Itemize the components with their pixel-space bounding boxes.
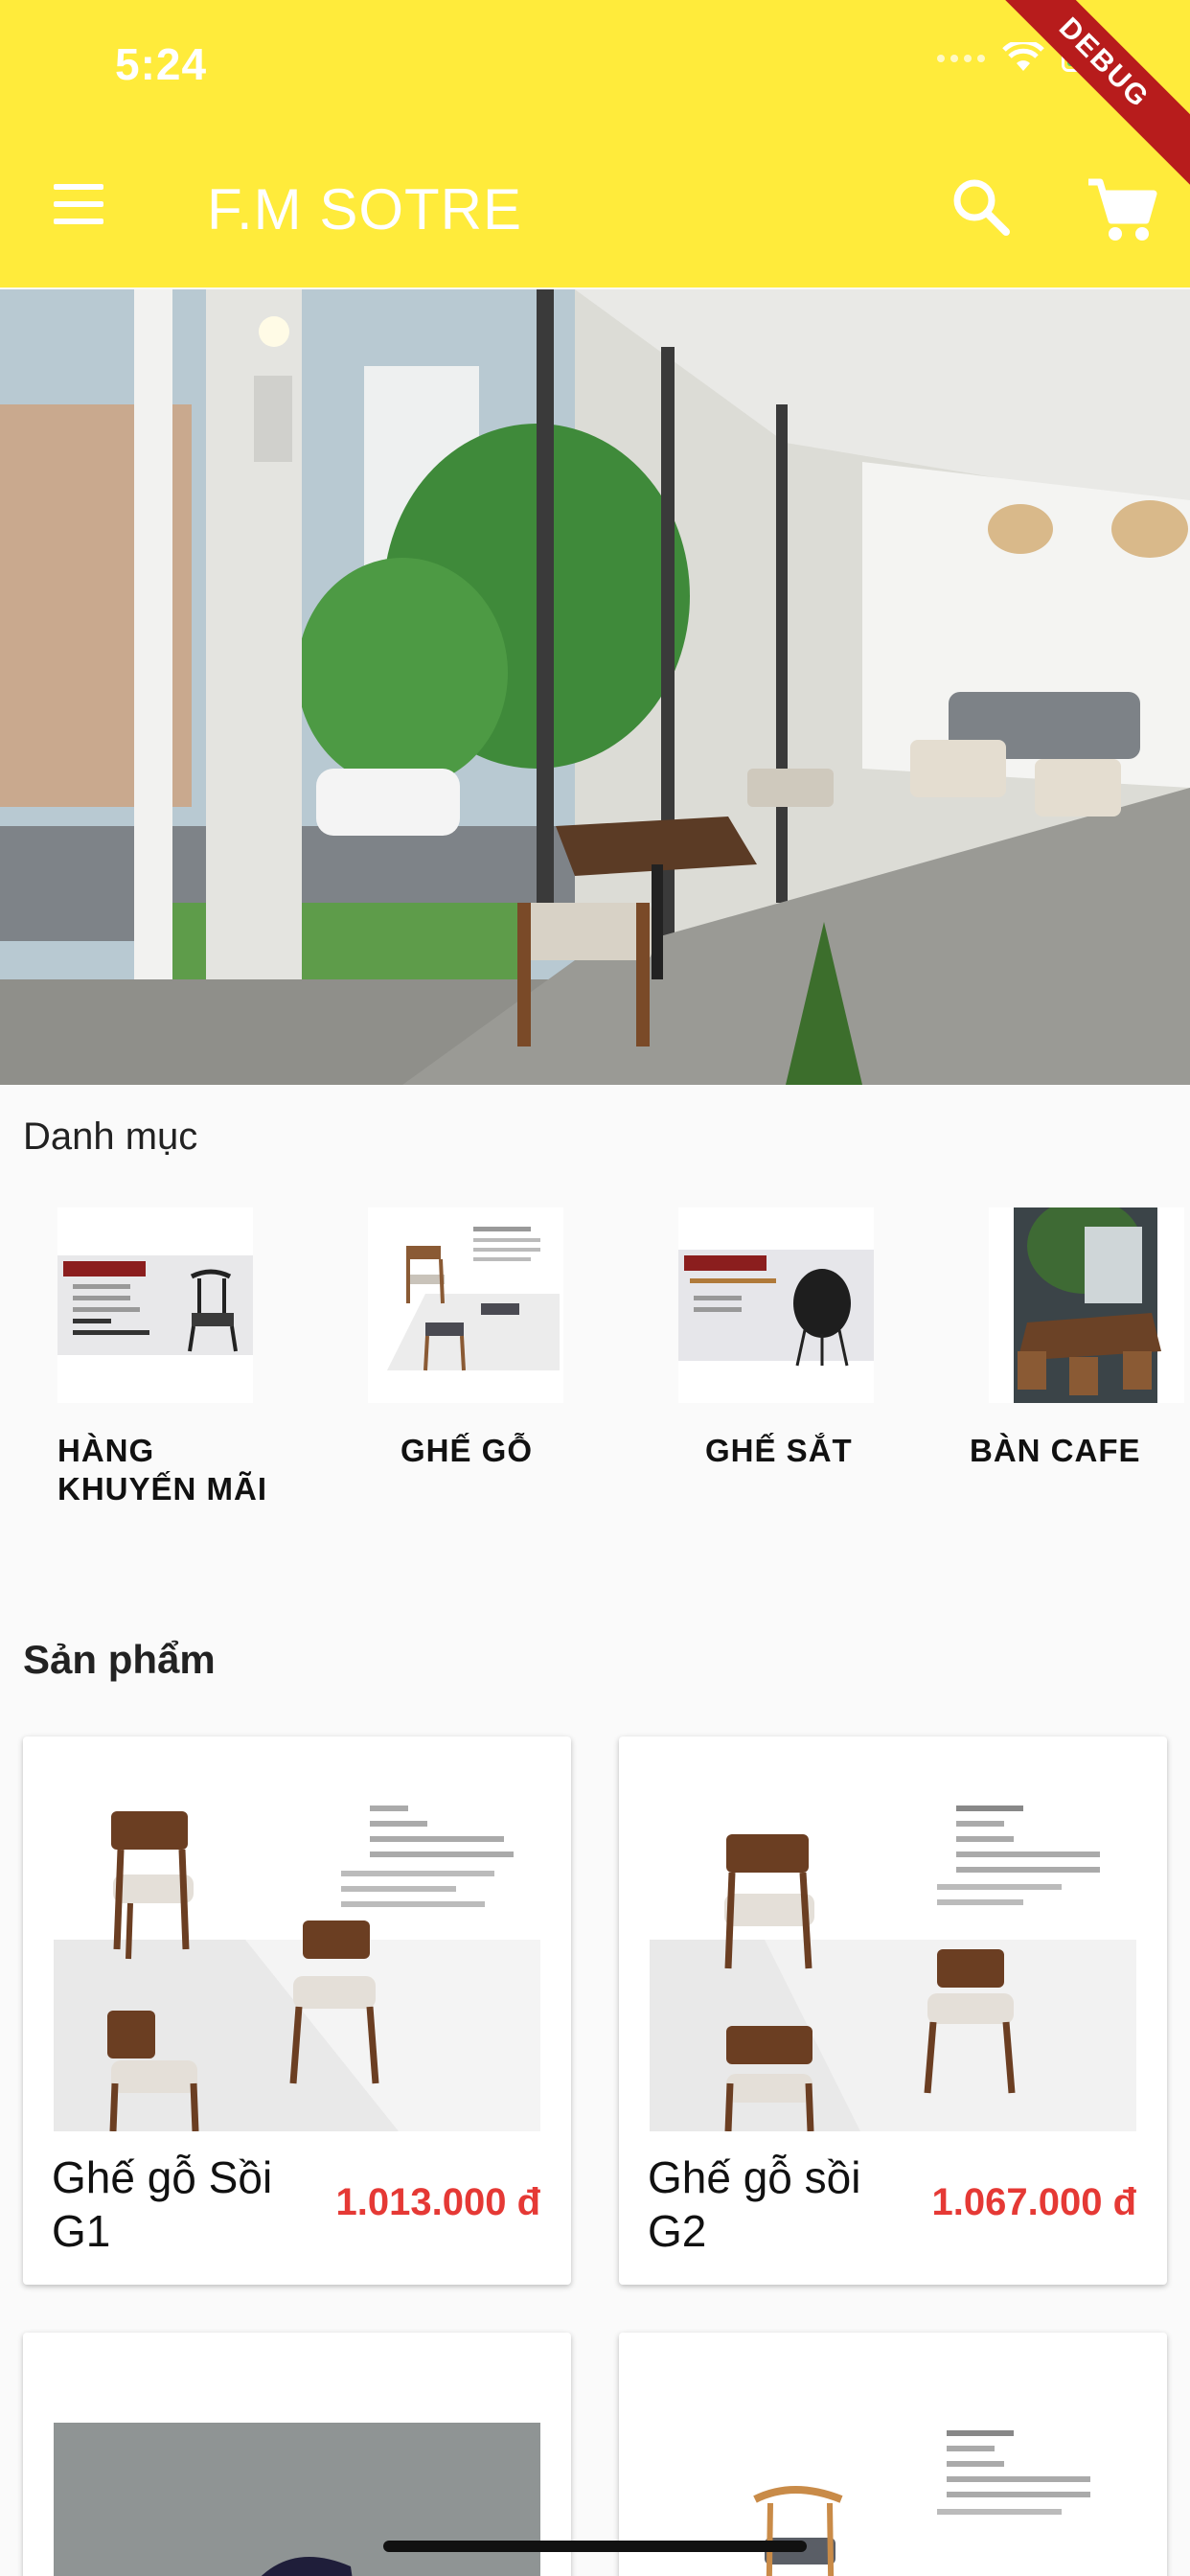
category-label: BÀN CAFE bbox=[970, 1433, 1141, 1468]
product-image bbox=[54, 2423, 540, 2576]
products-section-title: Sản phẩm bbox=[23, 1637, 216, 1682]
cell-signal-icon bbox=[937, 55, 985, 62]
cart-icon[interactable] bbox=[1083, 171, 1159, 247]
product-card[interactable]: Ghế gỗ Sồi G1 1.013.000 đ bbox=[23, 1736, 571, 2285]
category-item-iron-chair[interactable]: GHẾ SẮT bbox=[678, 1208, 908, 1470]
category-thumbnail bbox=[368, 1208, 563, 1403]
app-title: F.M SOTRE bbox=[207, 177, 523, 242]
category-thumbnail bbox=[989, 1208, 1184, 1403]
product-price: 1.067.000 đ bbox=[931, 2181, 1137, 2223]
product-name: Ghế gỗ sồi G2 bbox=[648, 2152, 861, 2256]
search-icon[interactable] bbox=[949, 174, 1016, 242]
categories-section-title: Danh mục bbox=[23, 1116, 198, 1158]
wifi-icon bbox=[1002, 42, 1044, 71]
category-thumbnail bbox=[678, 1208, 874, 1403]
product-card[interactable] bbox=[619, 2333, 1167, 2576]
category-item-promotion[interactable]: HÀNG KHUYẾN MÃI bbox=[57, 1208, 287, 1508]
category-label: HÀNG KHUYẾN MÃI bbox=[57, 1433, 268, 1506]
category-label: GHẾ SẮT bbox=[705, 1433, 853, 1468]
category-thumbnail bbox=[57, 1208, 253, 1403]
product-image bbox=[650, 2423, 1136, 2576]
product-card[interactable]: Ghế gỗ sồi G2 1.067.000 đ bbox=[619, 1736, 1167, 2285]
menu-icon[interactable] bbox=[50, 180, 111, 230]
product-image bbox=[650, 1796, 1136, 2132]
category-item-cafe-table[interactable]: BÀN CAFE bbox=[970, 1208, 1190, 1470]
home-indicator[interactable] bbox=[383, 2541, 807, 2552]
product-card[interactable] bbox=[23, 2333, 571, 2576]
category-label: GHẾ GỖ bbox=[400, 1433, 534, 1468]
product-price: 1.013.000 đ bbox=[335, 2181, 541, 2223]
product-image bbox=[54, 1796, 540, 2132]
product-name: Ghế gỗ Sồi G1 bbox=[52, 2152, 273, 2256]
banner-image[interactable] bbox=[0, 289, 1190, 1085]
status-time: 5:24 bbox=[115, 39, 208, 89]
category-item-wood-chair[interactable]: GHẾ GỖ bbox=[368, 1208, 598, 1470]
app-bar: 5:24 DEBUG F.M SOTRE bbox=[0, 0, 1190, 288]
